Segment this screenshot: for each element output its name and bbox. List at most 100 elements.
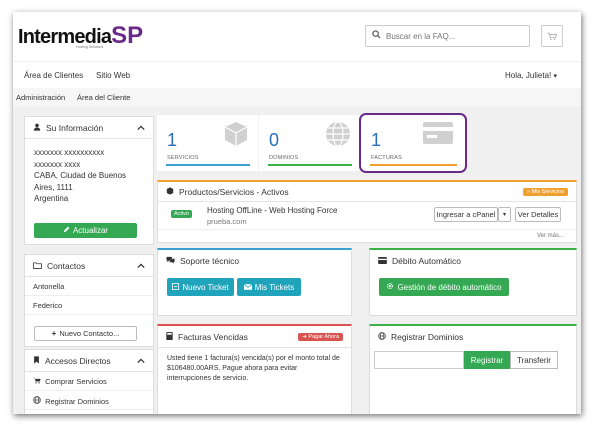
logo-subtitle: Hosting Solutions: [76, 45, 104, 49]
cpanel-label: Ingresar a cPanel: [436, 210, 496, 219]
calculator-icon: [166, 331, 173, 342]
register-domains-title: Registrar Dominios: [391, 332, 464, 342]
cpanel-login-button[interactable]: Ingresar a cPanel: [434, 207, 498, 222]
stat-value: 0: [269, 130, 280, 150]
register-button[interactable]: Registrar: [464, 351, 510, 369]
products-panel-header: Productos/Servicios - Activos » Mis Serv…: [158, 182, 576, 202]
status-badge: Activo: [171, 210, 192, 218]
ticket-icon: [172, 282, 180, 292]
user-menu[interactable]: Hola, Julieta! ▾: [505, 71, 557, 80]
globe-icon: [324, 120, 352, 150]
info-line: Aires, 1111: [34, 182, 73, 192]
shortcut-register-domains[interactable]: Registrar Dominios: [25, 391, 153, 410]
overdue-invoices-panel: Facturas Vencidas ➔ Pagar Ahora Usted ti…: [157, 324, 352, 414]
logo-sp: SP: [111, 22, 144, 49]
stat-bar: [268, 164, 352, 166]
support-panel-title: Soporte técnico: [180, 256, 240, 266]
logo[interactable]: IntermediaSP Hosting Solutions: [18, 22, 143, 52]
pencil-icon: [63, 226, 70, 235]
app-window: IntermediaSP Hosting Solutions Área de C…: [13, 12, 581, 414]
contact-item[interactable]: Federico: [25, 296, 153, 315]
cart-icon[interactable]: [541, 25, 563, 47]
search-input[interactable]: [386, 31, 516, 41]
new-ticket-label: Nuevo Ticket: [182, 282, 229, 292]
breadcrumb-admin[interactable]: Administración: [16, 93, 65, 102]
folder-icon: [33, 261, 42, 271]
register-domains-header: Registrar Dominios: [370, 326, 576, 348]
stat-label: DOMINIOS: [269, 155, 299, 161]
shortcut-label: Registrar Dominios: [45, 397, 109, 406]
nav-website[interactable]: Sitio Web: [96, 71, 130, 80]
info-panel: Su Información xxxxxxx xxxxxxxxxx xxxxxx…: [24, 116, 154, 245]
support-panel: Soporte técnico Nuevo Ticket Mis Tickets: [157, 248, 352, 316]
pay-now-badge[interactable]: ➔ Pagar Ahora: [298, 332, 343, 341]
contact-item[interactable]: Antonella: [25, 277, 153, 296]
debit-panel-header: Débito Automático: [370, 250, 576, 272]
cogs-icon: [386, 282, 394, 292]
header: IntermediaSP Hosting Solutions: [13, 12, 581, 62]
support-panel-header: Soporte técnico: [158, 250, 351, 272]
register-domains-panel: Registrar Dominios Registrar Transferir: [369, 324, 577, 414]
shortcuts-panel-title: Accesos Directos: [45, 355, 111, 366]
manage-debit-button[interactable]: Gestión de débito automático: [379, 278, 509, 296]
overdue-invoices-title: Facturas Vencidas: [178, 331, 248, 342]
debit-panel: Débito Automático Gestión de débito auto…: [369, 248, 577, 316]
pay-now-label: Pagar Ahora: [308, 333, 339, 340]
service-domain: prueba.com: [207, 217, 247, 226]
shortcuts-panel: Accesos Directos Comprar Servicios Regis…: [24, 349, 154, 414]
info-line: CABA, Ciudad de Buenos: [34, 171, 127, 180]
products-panel: Productos/Servicios - Activos » Mis Serv…: [157, 180, 577, 243]
breadcrumb-client-area[interactable]: Área del Cliente: [77, 93, 130, 102]
stat-bar: [166, 164, 250, 166]
contacts-panel-header[interactable]: Contactos: [25, 255, 153, 277]
chevron-up-icon[interactable]: [137, 123, 145, 133]
stat-bar: [370, 164, 457, 166]
contacts-panel: Contactos Antonella Federico + Nuevo Con…: [24, 254, 154, 347]
info-line: xxxxxxx xxxxxxxxxx: [34, 148, 105, 157]
my-services-badge[interactable]: » Mis Servicios: [523, 187, 568, 196]
credit-card-icon: [378, 256, 387, 266]
globe-icon: [378, 332, 386, 342]
stat-services[interactable]: 1 SERVICIOS: [157, 115, 258, 171]
chevron-up-icon[interactable]: [137, 356, 145, 366]
chevron-up-icon[interactable]: [137, 261, 145, 271]
shortcuts-panel-header[interactable]: Accesos Directos: [25, 350, 153, 372]
debit-panel-title: Débito Automático: [392, 256, 461, 266]
domain-input[interactable]: [374, 351, 464, 369]
comments-icon: [166, 256, 175, 266]
stat-domains[interactable]: 0 DOMINIOS: [259, 115, 360, 171]
search-box[interactable]: [365, 25, 530, 47]
info-address: xxxxxxx xxxxxxxxxx xxxxxxx xxxx CABA, Ci…: [25, 139, 153, 213]
info-panel-title: Su Información: [46, 122, 104, 133]
stat-invoices[interactable]: 1 FACTURAS: [359, 113, 467, 173]
cpanel-dropdown-button[interactable]: ▾: [498, 207, 511, 222]
info-line: xxxxxxx xxxx: [34, 159, 81, 169]
shortcut-buy-services[interactable]: Comprar Servicios: [25, 372, 153, 391]
credit-card-icon: [423, 122, 453, 146]
view-details-button[interactable]: Ver Detalles: [515, 207, 561, 222]
new-contact-button[interactable]: + Nuevo Contacto...: [34, 326, 137, 341]
my-tickets-label: Mis Tickets: [254, 282, 295, 292]
shortcut-label: Comprar Servicios: [45, 377, 107, 386]
info-panel-header[interactable]: Su Información: [25, 117, 153, 139]
stat-label: SERVICIOS: [167, 155, 199, 161]
service-name: Hosting OffLine - Web Hosting Force: [207, 206, 338, 215]
nav-clients[interactable]: Área de Clientes: [24, 71, 83, 80]
my-tickets-button[interactable]: Mis Tickets: [237, 278, 301, 296]
overdue-invoices-header: Facturas Vencidas ➔ Pagar Ahora: [158, 326, 351, 348]
plus-icon: +: [51, 329, 57, 338]
see-more-link[interactable]: Ver más...: [537, 233, 564, 239]
info-line: Argentina: [34, 194, 69, 203]
breadcrumb: Administración Área del Cliente: [13, 88, 581, 106]
service-row[interactable]: Activo Hosting OffLine - Web Hosting For…: [158, 202, 576, 230]
my-services-label: Mis Servicios: [531, 188, 564, 195]
update-info-button[interactable]: Actualizar: [34, 223, 137, 238]
overdue-invoices-text: Usted tiene 1 factura(s) vencida(s) por …: [167, 355, 340, 382]
box-icon: [222, 120, 250, 150]
envelope-icon: [243, 283, 252, 292]
stat-value: 1: [167, 130, 178, 150]
new-ticket-button[interactable]: Nuevo Ticket: [167, 278, 234, 296]
transfer-button[interactable]: Transferir: [510, 351, 558, 369]
products-panel-title: Productos/Servicios - Activos: [179, 186, 289, 197]
user-greeting: Hola, Julieta!: [505, 71, 552, 80]
